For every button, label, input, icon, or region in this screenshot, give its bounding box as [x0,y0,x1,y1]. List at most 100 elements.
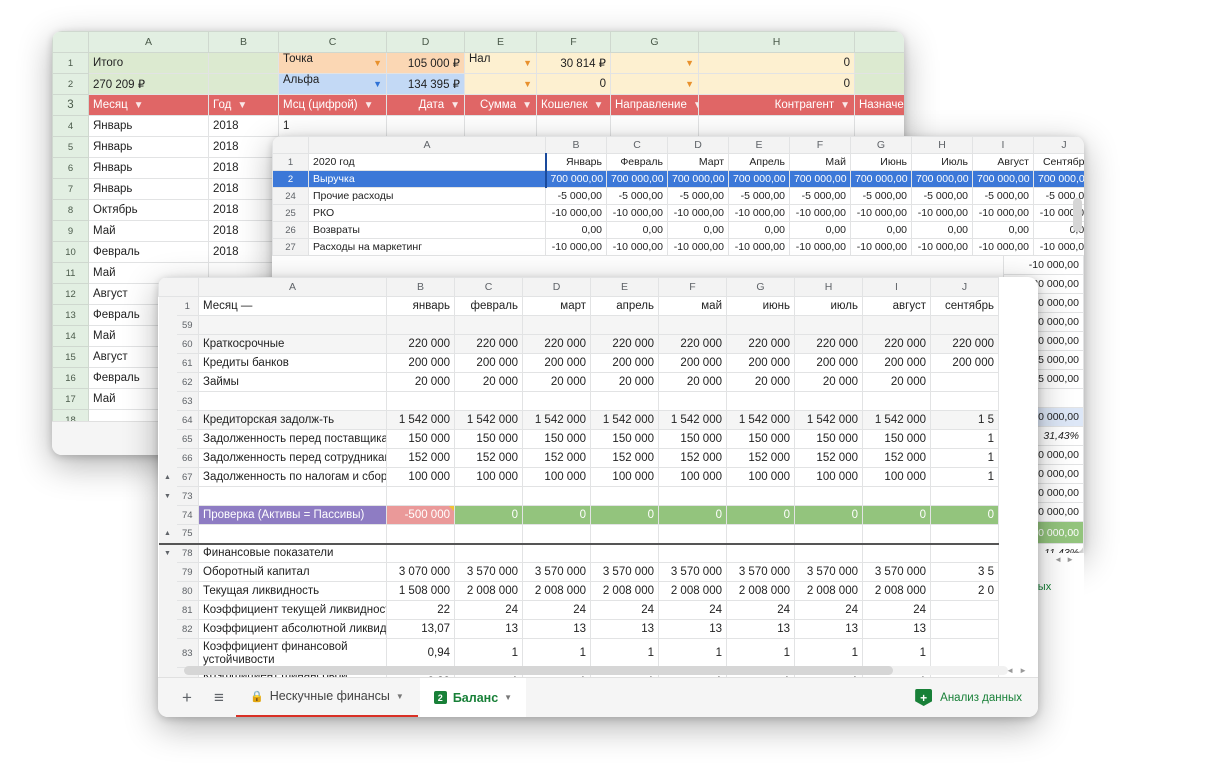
cell-value[interactable]: -10 000,00 [911,238,973,256]
cell-label[interactable]: Кредиты банков [198,353,387,373]
cell-year[interactable]: 2018 [208,220,279,242]
cell-e1[interactable]: Нал ▼ [464,52,537,74]
cell-value[interactable] [522,315,591,335]
cell-value[interactable] [726,486,795,506]
cell-value[interactable]: -10 000,00 [1003,255,1084,275]
cell-value[interactable]: 200 000 [726,353,795,373]
cell-value[interactable] [726,315,795,335]
col-G[interactable]: G [726,277,795,297]
cell-value[interactable]: 2 008 000 [454,581,523,601]
row-number[interactable]: 81 [176,600,199,620]
row-number[interactable]: 1 [176,296,199,316]
cell-value[interactable] [386,391,455,411]
cell-value[interactable] [794,391,863,411]
cell-value[interactable]: 1 542 000 [862,410,931,430]
col-G[interactable]: G [610,31,699,53]
cell-value[interactable]: 3 570 000 [726,562,795,582]
cell-value[interactable]: 0,00 [606,221,668,239]
cell-value[interactable]: 150 000 [590,429,659,449]
cell-value[interactable]: 200 000 [794,353,863,373]
cell-value[interactable]: 1 [930,429,999,449]
cell-value[interactable] [522,524,591,544]
cell-month-header[interactable]: август [862,296,931,316]
row-number[interactable]: 6 [52,157,89,179]
cell-value[interactable]: 0,94 [386,638,455,668]
cell-value[interactable]: 1 5 [930,410,999,430]
cell-value[interactable]: 24 [658,600,727,620]
cell-value[interactable]: 3 570 000 [794,562,863,582]
cell-label[interactable]: Коэффициент абсолютной ликвидности [198,619,387,639]
cell-value[interactable] [930,542,999,563]
cell-month-header[interactable]: Июнь [850,153,912,171]
cell-value[interactable]: 100 000 [386,467,455,487]
cell-label[interactable] [198,315,387,335]
cell-value[interactable]: 24 [862,600,931,620]
cell-value[interactable] [454,391,523,411]
cell-value[interactable]: 150 000 [794,429,863,449]
cell-value[interactable]: -10 000,00 [850,238,912,256]
row-number[interactable]: 75 [176,524,199,544]
cell-value[interactable] [658,542,727,563]
check-row-ok-value[interactable]: 0 [862,505,931,525]
cell-month-header[interactable]: июль [794,296,863,316]
row-number[interactable]: 4 [52,115,89,137]
cell-value[interactable] [794,315,863,335]
table-row[interactable]: 64 Кредиторская задолж-ть 1 542 000 1 542 0… [158,410,999,430]
chevron-down-icon[interactable]: ▼ [504,693,512,702]
col-C[interactable]: C [606,136,668,154]
cell-value[interactable]: 100 000 [794,467,863,487]
cell-value[interactable]: 1 542 000 [726,410,795,430]
cell-label[interactable]: Коэффициент текущей ликвидности [198,600,387,620]
cell-value[interactable] [794,486,863,506]
row-number[interactable]: 13 [52,304,89,326]
cell-value[interactable]: 220 000 [454,334,523,354]
cell-value[interactable] [454,542,523,563]
table-row[interactable]: 63 [158,391,999,411]
cell-value[interactable] [726,524,795,544]
cell-value[interactable]: 1 542 000 [454,410,523,430]
cell-label[interactable]: Оборотный капитал [198,562,387,582]
all-sheets-button[interactable]: ≡ [204,683,234,713]
row-number[interactable]: 9 [52,220,89,242]
cell-value[interactable]: 20 000 [794,372,863,392]
filter-sum[interactable]: Сумма ▼ [464,94,537,116]
corner-cell[interactable] [52,31,89,53]
cell-i1[interactable] [854,52,904,74]
cell-value[interactable]: 24 [522,600,591,620]
cell-counterparty[interactable] [698,115,855,137]
filter-date[interactable]: Дата ▼ [386,94,465,116]
row-number[interactable]: 11 [52,262,89,284]
cell-f1[interactable]: 30 814 ₽ [536,52,611,74]
table-row-revenue[interactable]: 2 Выручка 700 000,00 700 000,00 700 000,00 70… [272,170,1084,188]
col-J[interactable]: J [1033,136,1084,154]
cell-label[interactable] [198,524,387,544]
cell-month-header[interactable]: апрель [590,296,659,316]
cell-value[interactable]: 1 [726,638,795,668]
cell-value[interactable] [522,542,591,563]
cell-value[interactable]: 100 000 [590,467,659,487]
col-H[interactable]: H [698,31,855,53]
cell-label[interactable]: Коэффициент финансовой устойчивости [198,638,387,668]
cell-value[interactable]: -10 000,00 [606,238,668,256]
cell-value[interactable]: -10 000,00 [728,204,790,222]
col-I[interactable]: I [862,277,931,297]
cell-revenue-value[interactable]: 700 000,00 [667,170,729,188]
pnl-grid[interactable]: A B C D E F G H I J 1 2020 год Январь Февра… [272,136,1084,256]
cell-value[interactable]: 22 [386,600,455,620]
row-number[interactable]: 10 [52,241,89,263]
cell-value[interactable]: 220 000 [794,334,863,354]
row-number[interactable]: 12 [52,283,89,305]
row-number[interactable]: 64 [176,410,199,430]
col-I[interactable]: I [972,136,1034,154]
check-row-ok-value[interactable]: 0 [522,505,591,525]
col-A[interactable]: A [198,277,387,297]
row-number[interactable]: 61 [176,353,199,373]
row-number[interactable]: 1 [272,153,309,171]
table-row[interactable]: 1 Итого Точка ▼ 105 000 ₽ Нал ▼ 30 814 ₽ ▼… [52,52,904,74]
row-number[interactable]: 5 [52,136,89,158]
collapse-up-icon[interactable]: ▲ [158,524,177,544]
cell-value[interactable]: -10 000,00 [667,238,729,256]
col-D[interactable]: D [667,136,729,154]
cell-value[interactable]: 13 [454,619,523,639]
table-row[interactable]: 65 Задолженность перед поставщиками 150 00… [158,429,999,449]
